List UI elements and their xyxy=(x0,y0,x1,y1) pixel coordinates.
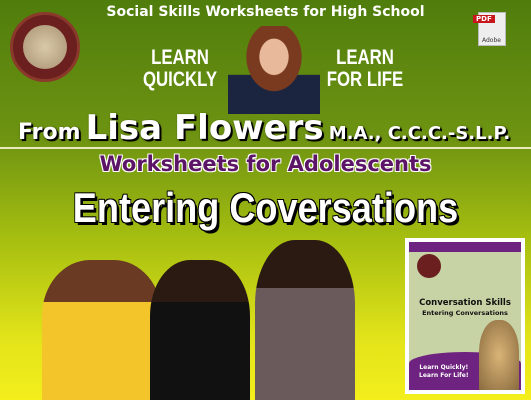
ad-banner: Social Skills Worksheets for High School… xyxy=(0,0,531,400)
pdf-icon[interactable]: PDF Adobe xyxy=(473,12,506,46)
book-title: Conversation Skills xyxy=(419,298,511,308)
author-line: From Lisa Flowers M.A., C.C.C.-S.L.P. xyxy=(18,108,511,148)
author-credentials: M.A., C.C.C.-S.L.P. xyxy=(328,123,511,144)
book-cover[interactable]: Conversation Skills Entering Conversatio… xyxy=(405,238,525,394)
cheetah-illustration xyxy=(479,320,519,390)
book-subtitle: Entering Conversations xyxy=(422,309,508,317)
communication-acceleration-logo xyxy=(10,12,80,82)
author-photo xyxy=(228,26,320,114)
cover-logo xyxy=(417,254,441,278)
book-slogan: Learn Quickly! Learn For Life! xyxy=(419,364,469,379)
author-name: Lisa Flowers xyxy=(85,108,324,148)
divider xyxy=(0,147,531,149)
tagline: Social Skills Worksheets for High School xyxy=(106,4,425,20)
teen-photo-3 xyxy=(255,240,355,400)
subtitle: Worksheets for Adolescents xyxy=(99,152,432,176)
slogan-learn-for-life: LEARN FOR LIFE xyxy=(326,46,404,91)
slogan-learn-quickly: LEARN QUICKLY xyxy=(142,46,218,91)
adobe-label: Adobe xyxy=(482,37,501,44)
main-title: Entering Coversations xyxy=(72,184,459,231)
teen-photo-1 xyxy=(42,260,162,400)
teen-photo-2 xyxy=(150,260,250,400)
pdf-badge: PDF xyxy=(473,15,495,23)
